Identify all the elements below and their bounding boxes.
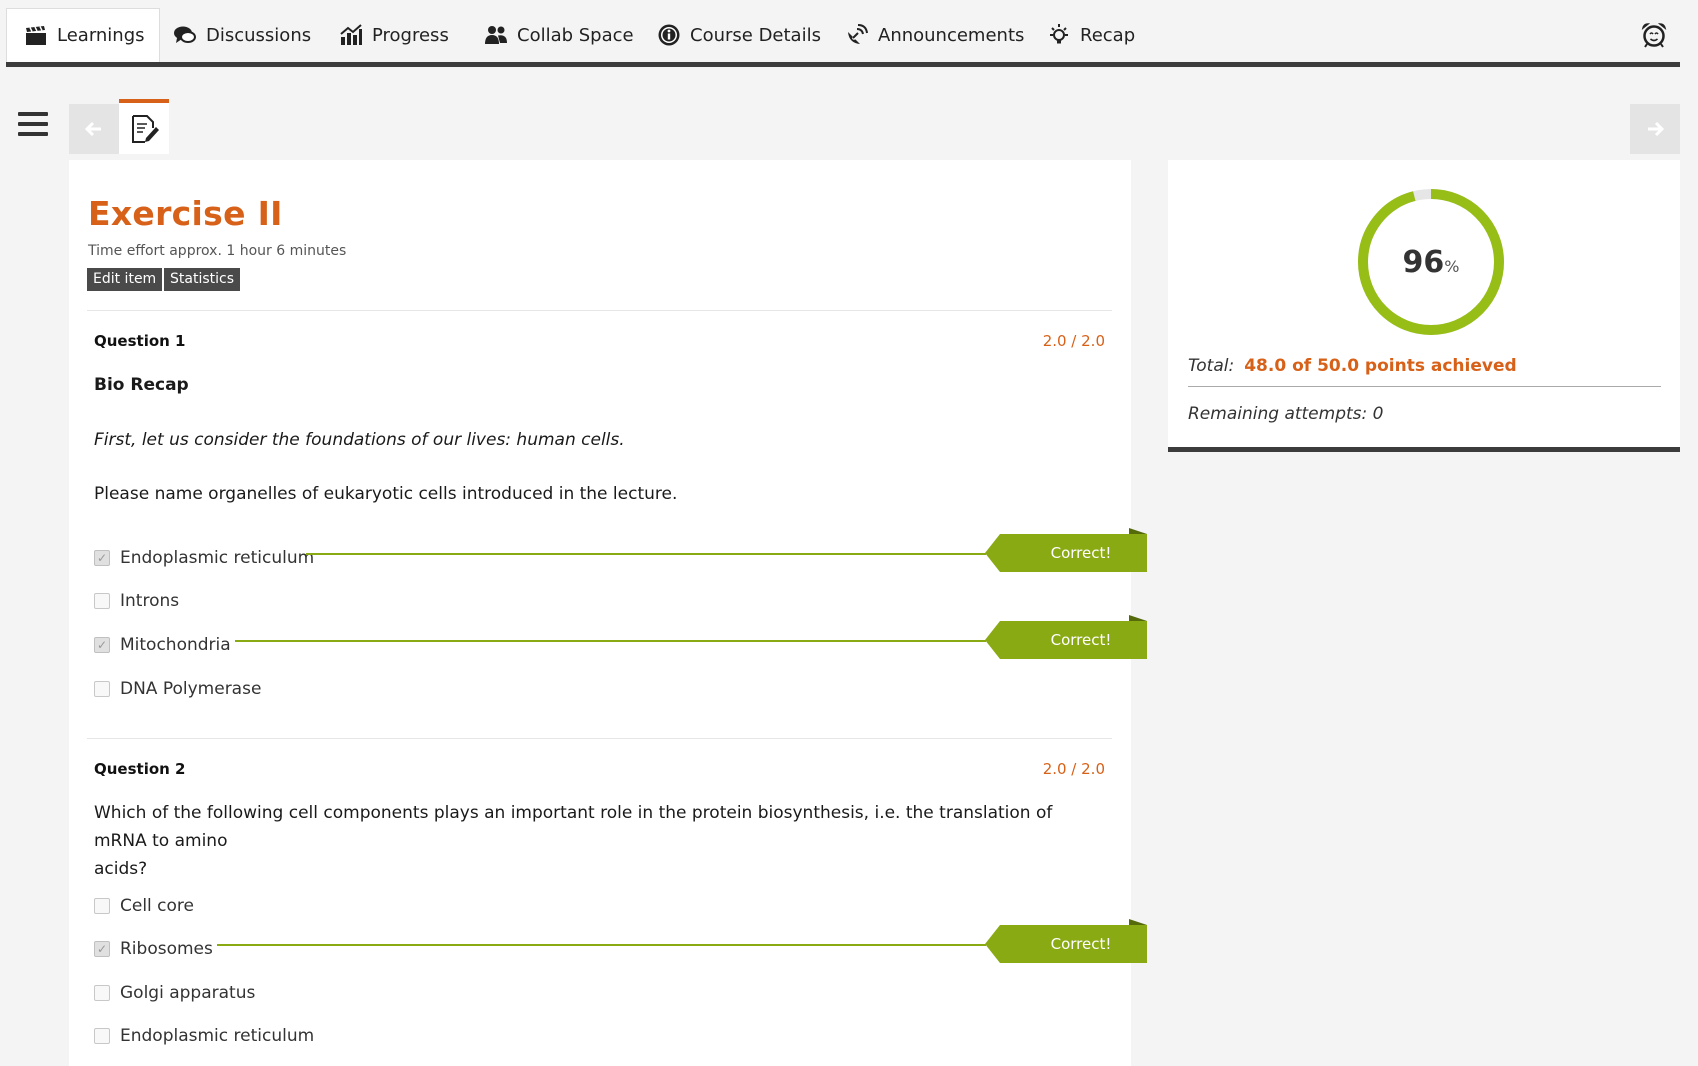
answer-label: Endoplasmic reticulum bbox=[120, 548, 315, 568]
question-2-prompt: Which of the following cell components p… bbox=[94, 799, 1104, 883]
feedback-connector bbox=[235, 640, 986, 642]
total-score: Total: 48.0 of 50.0 points achieved bbox=[1188, 356, 1517, 376]
arrow-left-icon bbox=[84, 121, 101, 137]
tab-progress[interactable]: Progress bbox=[338, 8, 449, 62]
question-1-points: 2.0 / 2.0 bbox=[1042, 332, 1105, 350]
answer-checkbox[interactable] bbox=[94, 941, 110, 957]
tab-course-details[interactable]: Course Details bbox=[656, 8, 821, 62]
people-icon bbox=[483, 22, 509, 48]
answer-label: Ribosomes bbox=[120, 939, 213, 959]
answer-option: Endoplasmic reticulum bbox=[94, 546, 314, 570]
answer-checkbox[interactable] bbox=[94, 681, 110, 697]
divider bbox=[87, 310, 1112, 311]
divider bbox=[87, 738, 1112, 739]
feedback-text: Correct! bbox=[1050, 631, 1112, 649]
percent-sign: % bbox=[1444, 256, 1460, 276]
percent-value: 96 bbox=[1402, 244, 1445, 280]
tab-learnings[interactable]: Learnings bbox=[6, 8, 160, 62]
tab-collab-space[interactable]: Collab Space bbox=[483, 8, 634, 62]
answer-checkbox[interactable] bbox=[94, 985, 110, 1001]
question-2-points: 2.0 / 2.0 bbox=[1042, 760, 1105, 778]
answer-label: Golgi apparatus bbox=[120, 983, 256, 1003]
feedback-connector bbox=[217, 944, 986, 946]
feedback-text: Correct! bbox=[1050, 935, 1112, 953]
total-value: 48.0 of 50.0 points achieved bbox=[1244, 356, 1517, 376]
statistics-button[interactable]: Statistics bbox=[164, 268, 240, 291]
tab-label: Progress bbox=[372, 24, 449, 46]
answer-option: Introns bbox=[94, 589, 179, 613]
tab-label: Learnings bbox=[57, 25, 145, 46]
speech-bubbles-icon bbox=[172, 22, 198, 48]
time-effort: Time effort approx. 1 hour 6 minutes bbox=[88, 243, 347, 259]
bar-chart-icon bbox=[338, 22, 364, 48]
previous-item-button[interactable] bbox=[69, 104, 119, 154]
tab-label: Course Details bbox=[690, 24, 821, 46]
menu-hamburger-icon[interactable] bbox=[18, 112, 48, 138]
remaining-attempts: Remaining attempts: 0 bbox=[1188, 404, 1384, 424]
answer-checkbox[interactable] bbox=[94, 637, 110, 653]
feedback-connector bbox=[306, 553, 986, 555]
prompt-line: Which of the following cell components p… bbox=[94, 803, 1053, 851]
answer-option: Cell core bbox=[94, 894, 194, 918]
exercise-title: Exercise II bbox=[88, 194, 283, 233]
satellite-dish-icon bbox=[844, 22, 870, 48]
tab-label: Discussions bbox=[206, 24, 312, 46]
tab-recap[interactable]: Recap bbox=[1046, 8, 1135, 62]
answer-label: Cell core bbox=[120, 896, 195, 916]
result-panel: 96 % Total: 48.0 of 50.0 points achieved… bbox=[1168, 160, 1680, 452]
divider bbox=[1188, 386, 1661, 387]
edit-item-button[interactable]: Edit item bbox=[87, 268, 163, 291]
feedback-text: Correct! bbox=[1050, 544, 1112, 562]
answer-label: Endoplasmic reticulum bbox=[120, 1026, 315, 1046]
edit-document-icon bbox=[132, 114, 159, 143]
current-item-tile[interactable] bbox=[119, 99, 169, 154]
answer-option: Endoplasmic reticulum bbox=[94, 1024, 314, 1048]
tab-discussions[interactable]: Discussions bbox=[172, 8, 311, 62]
tab-label: Recap bbox=[1080, 24, 1136, 46]
answer-option: DNA Polymerase bbox=[94, 677, 261, 701]
answer-option: Ribosomes bbox=[94, 937, 213, 961]
prompt-line: acids? bbox=[94, 859, 148, 879]
tab-label: Collab Space bbox=[517, 24, 634, 46]
exercise-card bbox=[69, 160, 1131, 1066]
answer-label: Introns bbox=[120, 591, 180, 611]
answer-checkbox[interactable] bbox=[94, 550, 110, 566]
correct-feedback-badge: Correct! bbox=[985, 528, 1147, 572]
next-item-button[interactable] bbox=[1630, 104, 1680, 154]
answer-option: Mitochondria bbox=[94, 633, 231, 657]
correct-feedback-badge: Correct! bbox=[985, 615, 1147, 659]
answer-label: Mitochondria bbox=[120, 635, 231, 655]
correct-feedback-badge: Correct! bbox=[985, 919, 1147, 963]
answer-checkbox[interactable] bbox=[94, 593, 110, 609]
arrow-right-icon bbox=[1648, 121, 1665, 137]
alarm-clock-icon[interactable] bbox=[1640, 21, 1668, 49]
score-percent: 96 % bbox=[1355, 186, 1507, 338]
question-1-title: Bio Recap bbox=[94, 375, 189, 395]
lightbulb-icon bbox=[1046, 22, 1072, 48]
answer-checkbox[interactable] bbox=[94, 1028, 110, 1044]
answer-option: Golgi apparatus bbox=[94, 981, 255, 1005]
answer-checkbox[interactable] bbox=[94, 898, 110, 914]
clapperboard-icon bbox=[23, 23, 49, 49]
info-icon bbox=[656, 22, 682, 48]
question-1-prompt: Please name organelles of eukaryotic cel… bbox=[94, 484, 678, 504]
answer-label: DNA Polymerase bbox=[120, 679, 262, 699]
question-2-label: Question 2 bbox=[94, 760, 186, 778]
top-navigation: Learnings Discussions Progress Collab Sp… bbox=[6, 8, 1680, 67]
question-1-intro: First, let us consider the foundations o… bbox=[94, 430, 625, 450]
tab-announcements[interactable]: Announcements bbox=[844, 8, 1024, 62]
question-1-label: Question 1 bbox=[94, 332, 186, 350]
tab-label: Announcements bbox=[878, 24, 1025, 46]
total-label: Total: bbox=[1188, 356, 1235, 376]
